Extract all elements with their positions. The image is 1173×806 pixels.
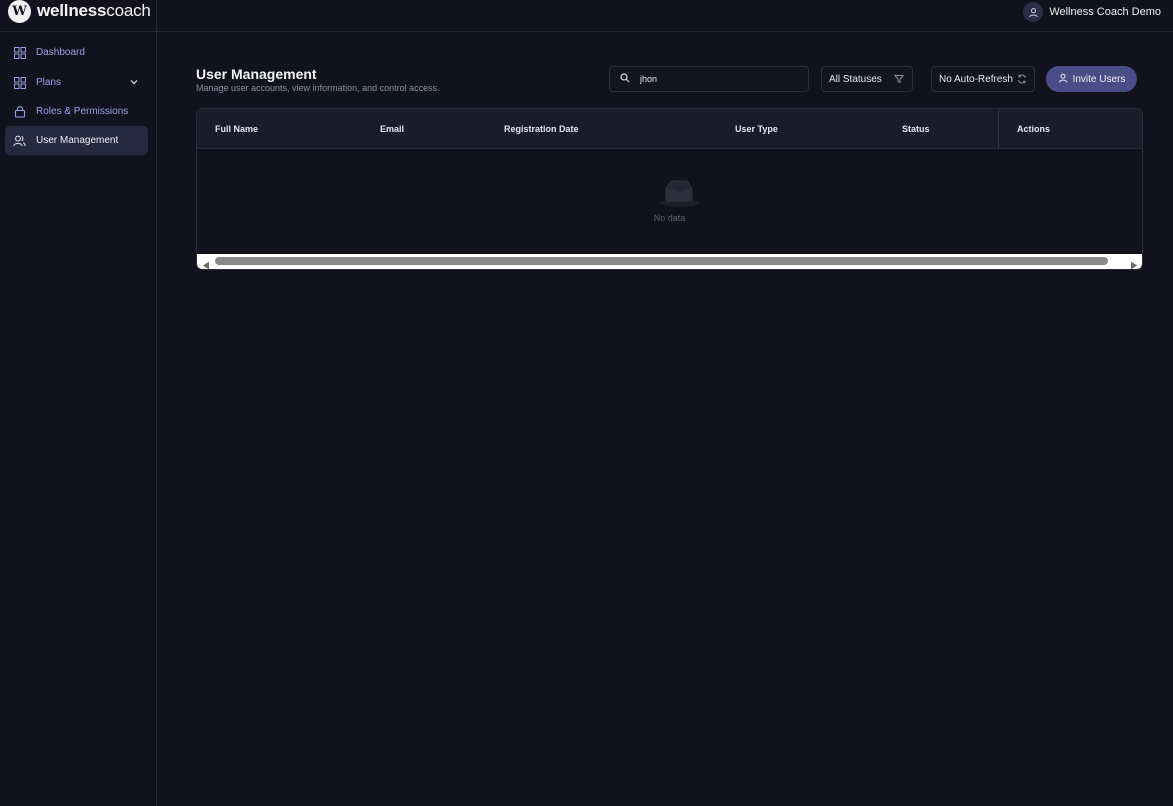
scroll-right-arrow-icon[interactable] xyxy=(1130,257,1138,269)
column-header-email[interactable]: Email xyxy=(380,109,404,149)
column-header-user-type[interactable]: User Type xyxy=(735,109,778,149)
lock-icon xyxy=(13,105,26,118)
status-filter-select[interactable]: All Statuses xyxy=(821,66,913,92)
brand[interactable]: W wellnesscoach xyxy=(8,0,151,23)
search-icon xyxy=(620,70,630,88)
sidebar-item-plans[interactable]: Plans xyxy=(5,68,148,97)
sidebar-item-label: User Management xyxy=(36,135,119,146)
auto-refresh-select[interactable]: No Auto-Refresh xyxy=(931,66,1035,92)
invite-users-button[interactable]: Invite Users xyxy=(1046,66,1137,92)
user-add-icon xyxy=(1058,73,1068,86)
sidebar-item-roles-permissions[interactable]: Roles & Permissions xyxy=(5,97,148,126)
filter-icon xyxy=(893,74,905,87)
empty-state: No data xyxy=(197,149,1142,255)
page-title: User Management xyxy=(196,66,317,82)
brand-name-light: coach xyxy=(106,1,151,20)
refresh-icon xyxy=(1017,74,1027,87)
brand-name-bold: wellness xyxy=(37,1,107,20)
users-table: Full Name Email Registration Date User T… xyxy=(196,108,1143,270)
empty-text: No data xyxy=(653,213,686,223)
sidebar-item-label: Dashboard xyxy=(36,47,85,58)
actions-column-divider xyxy=(998,109,999,149)
user-name: Wellness Coach Demo xyxy=(1049,6,1161,18)
brand-name: wellnesscoach xyxy=(37,1,151,21)
sidebar-item-label: Roles & Permissions xyxy=(36,106,129,117)
top-divider xyxy=(156,0,157,32)
column-header-status[interactable]: Status xyxy=(902,109,930,149)
column-header-actions: Actions xyxy=(1017,124,1051,134)
column-header-registration-date[interactable]: Registration Date xyxy=(504,109,579,149)
scroll-left-arrow-icon[interactable] xyxy=(202,257,210,269)
users-icon xyxy=(13,134,26,147)
page-subtitle: Manage user accounts, view information, … xyxy=(196,83,440,93)
search-box[interactable] xyxy=(609,66,809,92)
horizontal-scrollbar[interactable] xyxy=(197,254,1142,269)
search-input[interactable] xyxy=(640,74,790,84)
grid-icon xyxy=(13,46,26,59)
brand-logo-icon: W xyxy=(8,0,31,23)
user-icon xyxy=(1023,2,1044,22)
chevron-down-icon[interactable] xyxy=(130,77,138,88)
sidebar: Dashboard Plans Roles & Permissions User… xyxy=(0,32,157,806)
grid-icon xyxy=(13,76,26,89)
sidebar-item-label: Plans xyxy=(36,77,62,88)
top-bar: W wellnesscoach Wellness Coach Demo xyxy=(0,0,1173,32)
user-menu[interactable]: Wellness Coach Demo xyxy=(1023,2,1161,22)
sidebar-item-dashboard[interactable]: Dashboard xyxy=(5,38,148,67)
auto-refresh-value: No Auto-Refresh xyxy=(939,73,1013,85)
invite-users-label: Invite Users xyxy=(1072,73,1126,85)
empty-inbox-icon xyxy=(658,179,700,212)
status-filter-value: All Statuses xyxy=(829,73,882,85)
scrollbar-thumb[interactable] xyxy=(215,257,1108,265)
table-header: Full Name Email Registration Date User T… xyxy=(197,109,1142,149)
column-header-full-name[interactable]: Full Name xyxy=(215,109,258,149)
sidebar-item-user-management[interactable]: User Management xyxy=(5,126,148,155)
